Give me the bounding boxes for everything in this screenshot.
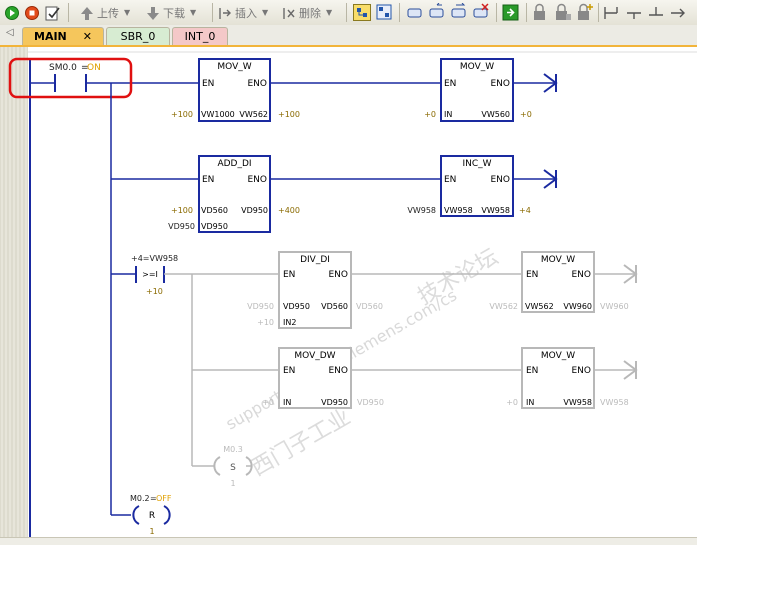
eno-label: ENO: [247, 79, 267, 89]
in-value: +0: [506, 398, 518, 407]
block-title: MOV_W: [460, 62, 494, 72]
coil-op: S: [230, 463, 236, 473]
mov-w-block-2[interactable]: MOV_W EN ENO IN VW560: [440, 58, 514, 122]
contact-state: ON: [87, 63, 101, 73]
in2-value: VD950: [168, 222, 195, 231]
in2-value: +10: [257, 318, 274, 327]
out-value: +0: [520, 110, 532, 119]
in-value: VW958: [407, 206, 436, 215]
mov-w-block-3[interactable]: MOV_W EN ENO VW562 VW960: [521, 251, 595, 313]
mov-w-block-1[interactable]: MOV_W EN ENO VW1000 VW562: [198, 58, 271, 122]
block-title: MOV_W: [217, 62, 251, 72]
in1-address: VD560: [201, 206, 228, 215]
out-value: +4: [519, 206, 531, 215]
in-address: IN: [526, 398, 534, 407]
add-di-block[interactable]: ADD_DI EN ENO VD560 VD950 VD950: [198, 155, 271, 233]
coil-address: M0.2: [130, 494, 150, 503]
eno-label: ENO: [328, 366, 348, 376]
block-title: MOV_W: [541, 255, 575, 265]
inc-w-block[interactable]: INC_W EN ENO VW958 VW958: [440, 155, 514, 217]
eno-label: ENO: [490, 79, 510, 89]
block-title: ADD_DI: [217, 159, 251, 169]
eno-label: ENO: [247, 175, 267, 185]
block-title: DIV_DI: [300, 255, 330, 265]
out-value: VW960: [600, 302, 629, 311]
block-title: INC_W: [462, 159, 491, 169]
eno-label: ENO: [571, 270, 591, 280]
out-address: VD950: [321, 398, 348, 407]
in-value: +0: [424, 110, 436, 119]
in-value: VW562: [489, 302, 518, 311]
out-value: VD950: [357, 398, 384, 407]
app-window: 上传 ▼ 下载 ▼ 插入 ▼ 删除 ▼ ◁ MAIN ✕ SBR_0 INT_0…: [0, 0, 697, 545]
in-address: IN: [444, 110, 452, 119]
out-value: VW958: [600, 398, 629, 407]
en-label: EN: [202, 175, 214, 185]
en-label: EN: [526, 270, 538, 280]
coil-op: R: [149, 511, 155, 521]
in1-value: +100: [171, 206, 193, 215]
mov-w-block-4[interactable]: MOV_W EN ENO IN VW958: [521, 347, 595, 409]
in1-value: VD950: [247, 302, 274, 311]
in1-address: VD950: [283, 302, 310, 311]
in-address: VW1000: [201, 110, 235, 119]
div-di-block[interactable]: DIV_DI EN ENO VD950 VD560 IN2: [278, 251, 352, 329]
out-address: VD950: [241, 206, 268, 215]
in-value: +100: [171, 110, 193, 119]
out-address: VW560: [481, 110, 510, 119]
out-value: VD560: [356, 302, 383, 311]
out-address: VW958: [481, 206, 510, 215]
reset-coil[interactable]: R M0.2 = OFF 1: [130, 494, 172, 536]
coil-address: M0.3: [223, 445, 243, 454]
en-label: EN: [526, 366, 538, 376]
out-address: VW562: [239, 110, 268, 119]
en-label: EN: [283, 270, 295, 280]
in-address: IN: [283, 398, 291, 407]
contact-address: SM0.0: [49, 63, 77, 73]
en-label: EN: [283, 366, 295, 376]
block-title: MOV_W: [541, 351, 575, 361]
eno-label: ENO: [328, 270, 348, 280]
in-address: VW562: [525, 302, 554, 311]
in2-address: IN2: [283, 318, 296, 327]
eno-label: ENO: [490, 175, 510, 185]
en-label: EN: [444, 79, 456, 89]
coil-count: 1: [230, 479, 235, 488]
mov-dw-block[interactable]: MOV_DW EN ENO IN VD950: [278, 347, 352, 409]
watermark-line1: 西门子工业: [247, 405, 355, 482]
out-value: +100: [278, 110, 300, 119]
out-value: +400: [278, 206, 300, 215]
coil-state: OFF: [156, 494, 172, 503]
out-address: VD560: [321, 302, 348, 311]
compare-top: +4=VW958: [131, 254, 178, 263]
compare-bottom: +10: [146, 287, 163, 296]
in-address: VW958: [444, 206, 473, 215]
in-value: +0: [262, 398, 274, 407]
out-address: VW958: [563, 398, 592, 407]
block-title: MOV_DW: [294, 351, 335, 361]
compare-op: >=I: [142, 270, 158, 279]
en-label: EN: [202, 79, 214, 89]
coil-count: 1: [149, 527, 154, 536]
out-address: VW960: [563, 302, 592, 311]
in2-address: VD950: [201, 222, 228, 231]
en-label: EN: [444, 175, 456, 185]
eno-label: ENO: [571, 366, 591, 376]
ladder-diagram: 西门子工业 技术论坛 support.industry.siemens.com/…: [8, 51, 697, 537]
